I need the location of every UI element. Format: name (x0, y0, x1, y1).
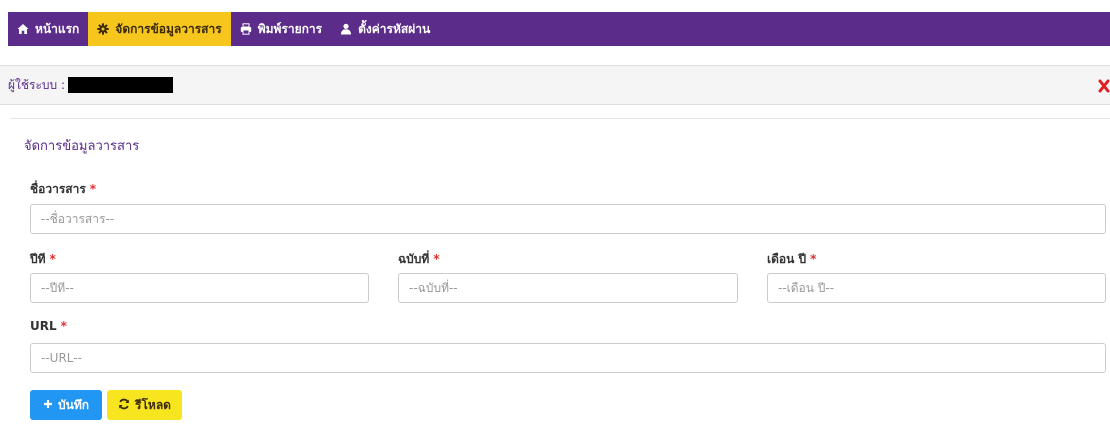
issue-label: ฉบับที่ * (398, 250, 440, 269)
year-label: ปีที * (30, 250, 56, 269)
journal-name-input[interactable] (30, 204, 1106, 234)
nav-print-label: พิมพ์รายการ (257, 21, 323, 36)
required-marker: * (89, 182, 97, 196)
required-marker: * (49, 252, 56, 266)
required-marker: * (810, 252, 817, 266)
user-bar: ผู้ใช้ระบบ : (0, 65, 1110, 105)
nav-home-label: หน้าแรก (35, 21, 80, 36)
gear-icon (97, 23, 109, 35)
refresh-icon (118, 398, 130, 413)
divider (10, 118, 1110, 119)
url-label-text: URL (30, 319, 57, 333)
plus-icon (43, 398, 53, 412)
nav-home[interactable]: หน้าแรก (8, 12, 88, 46)
user-label: ผู้ใช้ระบบ : (8, 77, 66, 92)
issue-label-text: ฉบับที่ (398, 252, 430, 266)
month-year-label: เดือน ปี * (767, 250, 816, 269)
print-icon (240, 23, 252, 35)
month-year-label-text: เดือน ปี (767, 252, 807, 266)
reload-button[interactable]: รีโหลด (107, 390, 182, 420)
url-label: URL * (30, 319, 67, 333)
form-title: จัดการข้อมูลวารสาร (24, 139, 140, 154)
month-year-input[interactable] (767, 273, 1106, 303)
nav-manage-journal-label: จัดการข้อมูลวารสาร (115, 21, 222, 36)
user-icon (340, 23, 352, 35)
nav-print[interactable]: พิมพ์รายการ (231, 12, 331, 46)
url-input[interactable] (30, 343, 1106, 373)
nav-manage-journal[interactable]: จัดการข้อมูลวารสาร (88, 12, 231, 46)
top-navbar: หน้าแรก จัดการข้อมูลวารสาร พิมพ์รายการ ต… (8, 12, 1110, 46)
required-marker: * (433, 252, 440, 266)
year-label-text: ปีที (30, 252, 46, 266)
close-icon[interactable] (1098, 78, 1110, 94)
journal-name-label-text: ชื่อวารสาร (30, 182, 86, 196)
year-input[interactable] (30, 273, 369, 303)
save-button-label: บันทึก (58, 397, 89, 412)
reload-button-label: รีโหลด (135, 397, 171, 412)
required-marker: * (60, 319, 67, 333)
username-redacted (68, 77, 174, 93)
issue-input[interactable] (398, 273, 738, 303)
home-icon (17, 23, 29, 35)
nav-set-password[interactable]: ตั้งค่ารหัสผ่าน (331, 12, 439, 46)
journal-name-label: ชื่อวารสาร * (30, 180, 96, 199)
nav-set-password-label: ตั้งค่ารหัสผ่าน (358, 21, 431, 36)
save-button[interactable]: บันทึก (30, 390, 102, 420)
